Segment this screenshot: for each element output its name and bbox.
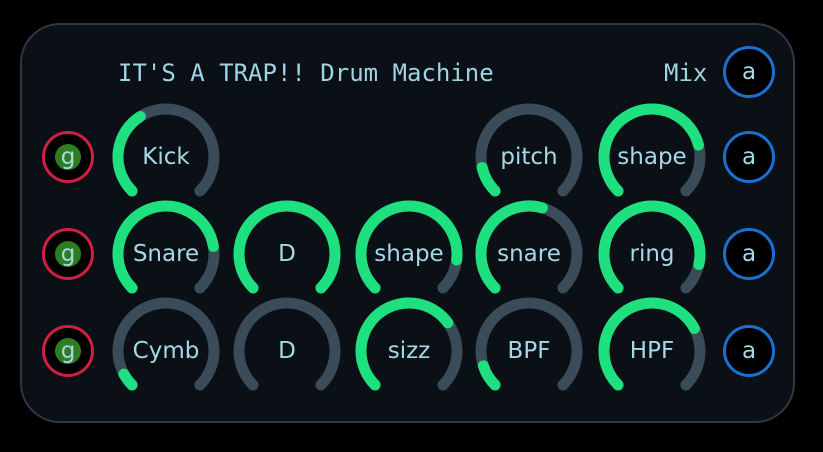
knob-label: HPF	[629, 338, 675, 364]
cymb-level-knob[interactable]: Cymb	[110, 295, 222, 407]
cymb-sizz-knob[interactable]: sizz	[353, 295, 465, 407]
snare-gate-jack[interactable]: g	[42, 228, 94, 280]
mix-output-jack[interactable]: a	[723, 46, 775, 98]
cymb-bpf-knob[interactable]: BPF	[473, 295, 585, 407]
jack-label: g	[60, 240, 76, 267]
snare-snare-knob[interactable]: snare	[473, 198, 585, 310]
kick-level-knob[interactable]: Kick	[110, 101, 222, 213]
kick-pitch-knob[interactable]: pitch	[473, 101, 585, 213]
jack-label: a	[741, 337, 757, 364]
kick-output-jack[interactable]: a	[723, 131, 775, 183]
knob-label: Cymb	[132, 338, 200, 364]
snare-ring-knob[interactable]: ring	[596, 198, 708, 310]
mix-label: Mix	[664, 59, 708, 87]
cymb-gate-jack[interactable]: g	[42, 325, 94, 377]
knob-label: ring	[629, 241, 675, 267]
jack-label: a	[741, 240, 757, 267]
jack-label: a	[741, 58, 757, 85]
snare-output-jack[interactable]: a	[723, 228, 775, 280]
knob-label: shape	[617, 144, 687, 170]
knob-label: Snare	[132, 241, 200, 267]
knob-label: snare	[497, 241, 561, 267]
knob-label: D	[278, 338, 296, 364]
knob-label: BPF	[507, 338, 551, 364]
knob-label: pitch	[500, 144, 558, 170]
snare-decay-knob[interactable]: D	[231, 198, 343, 310]
kick-gate-jack[interactable]: g	[42, 131, 94, 183]
jack-label: a	[741, 143, 757, 170]
knob-label: sizz	[387, 338, 431, 364]
module-title: IT'S A TRAP!! Drum Machine	[118, 59, 494, 87]
jack-label: g	[60, 337, 76, 364]
snare-shape-knob[interactable]: shape	[353, 198, 465, 310]
knob-label: D	[278, 241, 296, 267]
cymb-output-jack[interactable]: a	[723, 325, 775, 377]
knob-label: Kick	[142, 144, 190, 170]
knob-label: shape	[374, 241, 444, 267]
cymb-hpf-knob[interactable]: HPF	[596, 295, 708, 407]
jack-label: g	[60, 143, 76, 170]
snare-level-knob[interactable]: Snare	[110, 198, 222, 310]
cymb-decay-knob[interactable]: D	[231, 295, 343, 407]
kick-shape-knob[interactable]: shape	[596, 101, 708, 213]
